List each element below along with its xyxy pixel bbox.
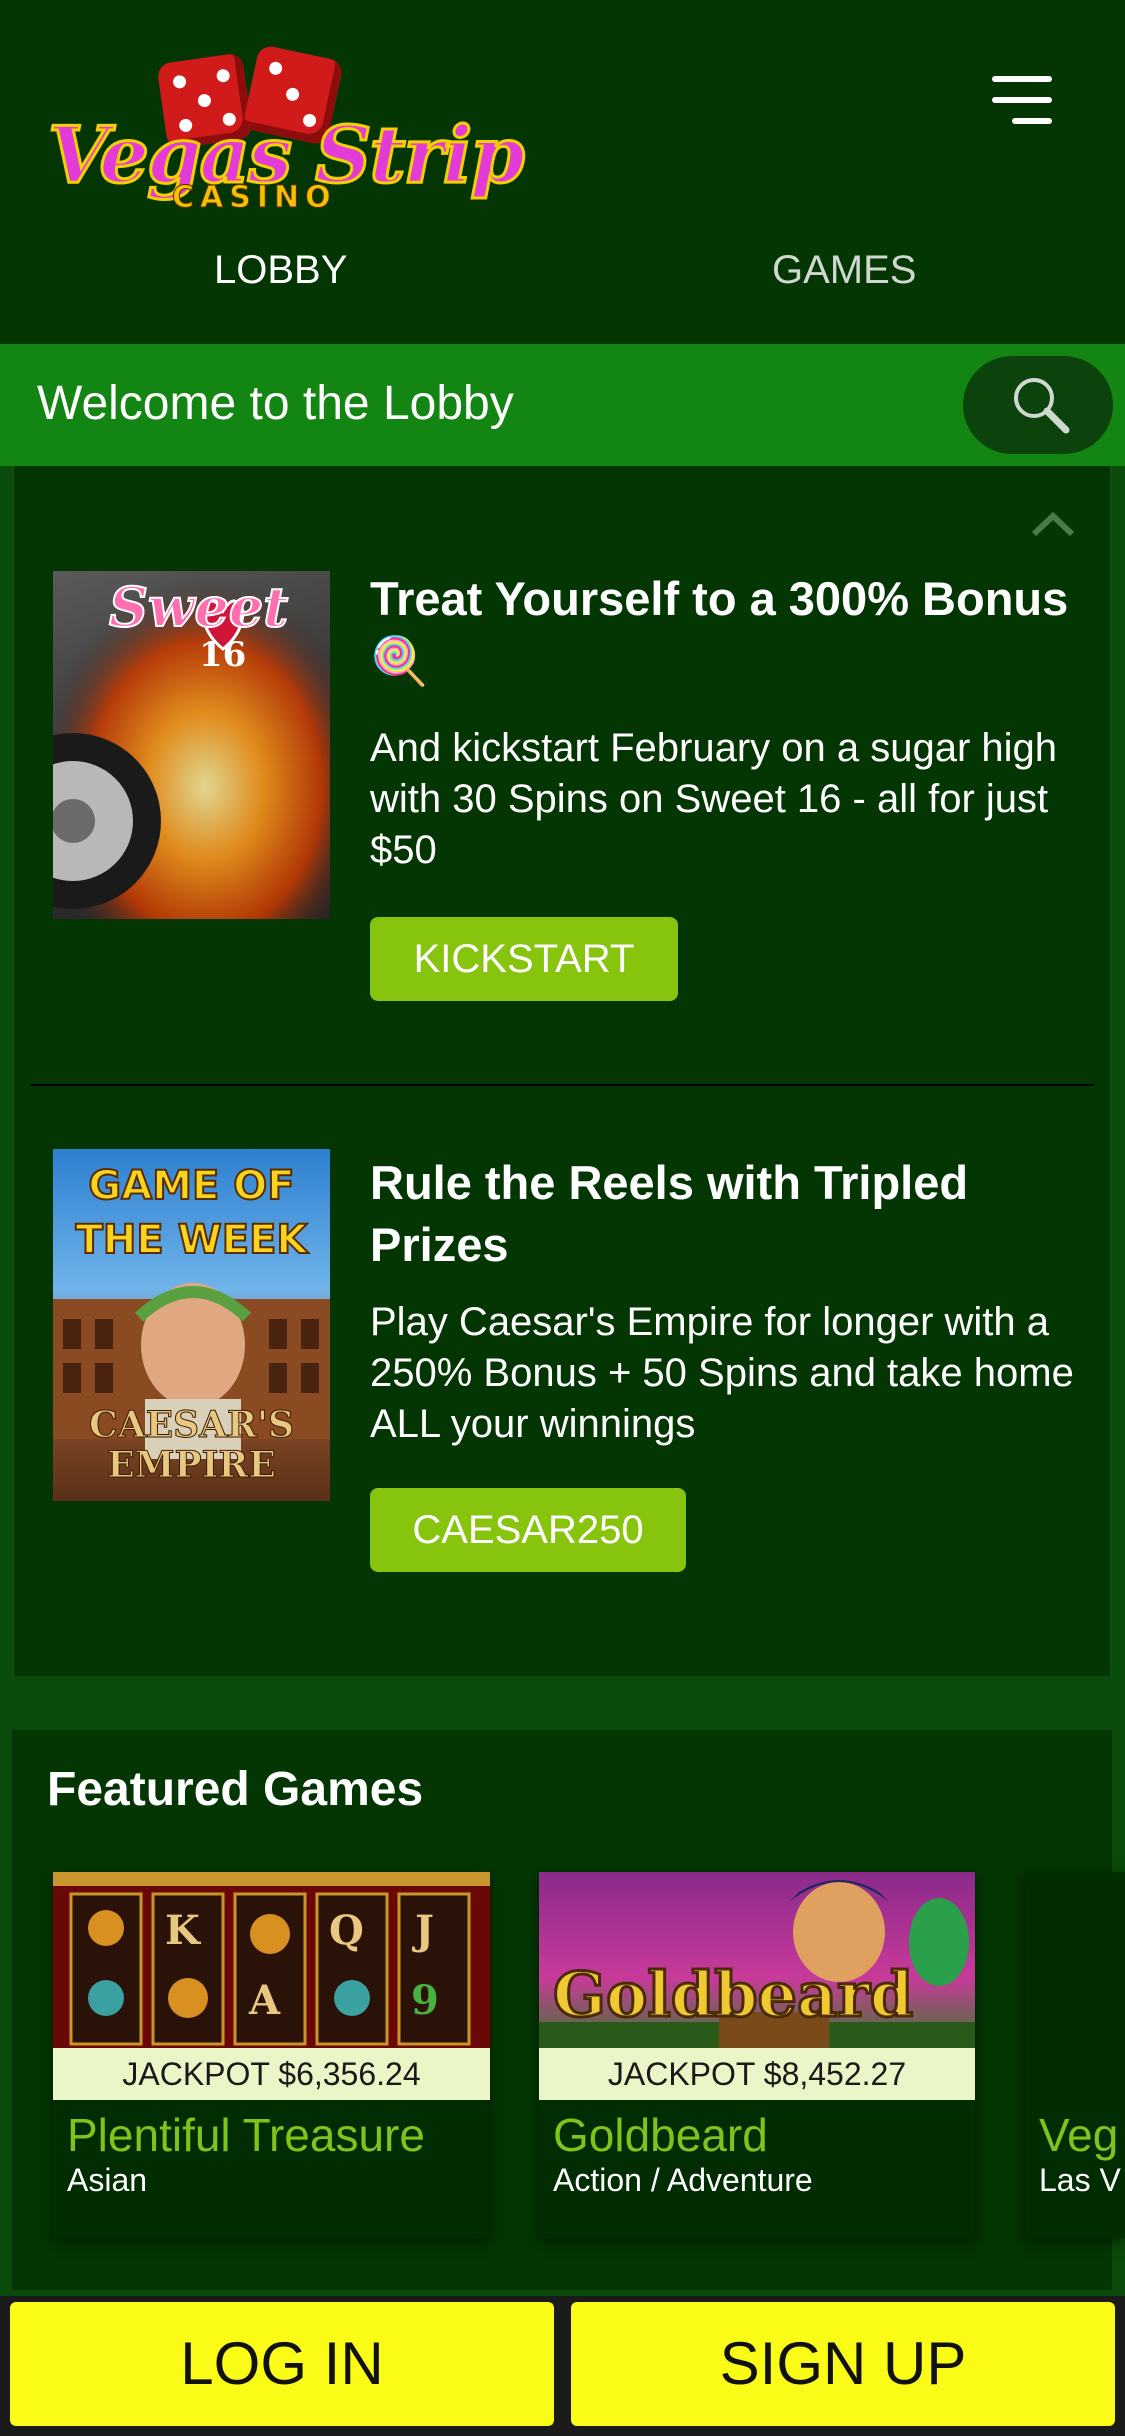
game-name: Plentiful Treasure: [67, 2109, 425, 2161]
caesars-empire-promo-image[interactable]: GAME OF THE WEEK CAESAR'S EMPIRE: [53, 1149, 330, 1501]
promo-title: Rule the Reels with Tripled Prizes: [370, 1156, 969, 1271]
sweet16-promo-image[interactable]: Sweet 16: [53, 571, 330, 919]
game-name: Veg: [1039, 2109, 1119, 2161]
chevron-up-icon[interactable]: [1030, 508, 1076, 538]
nav-lobby[interactable]: LOBBY: [214, 248, 347, 293]
promo-divider: [30, 1084, 1094, 1086]
login-button[interactable]: LOG IN: [10, 2302, 554, 2426]
game-category: Las V: [1039, 2162, 1121, 2198]
slot-reels-artwork: K Q J A 9: [53, 1872, 490, 2048]
nav-games[interactable]: GAMES: [772, 248, 916, 293]
sweet16-image-number: 16: [199, 635, 247, 675]
jackpot-amount: JACKPOT $6,356.24: [53, 2048, 490, 2100]
signup-button[interactable]: SIGN UP: [571, 2302, 1115, 2426]
game-name: Goldbeard: [553, 2109, 768, 2161]
caesar250-button[interactable]: CAESAR250: [370, 1488, 686, 1572]
kickstart-button[interactable]: KICKSTART: [370, 917, 678, 1001]
page-title: Welcome to the Lobby: [37, 377, 514, 430]
svg-text:J: J: [412, 1907, 434, 1954]
lollipop-icon: 🍭: [370, 634, 429, 687]
goldbeard-logo-text: Goldbeard: [551, 1957, 914, 2033]
hamburger-menu-icon[interactable]: [992, 72, 1052, 128]
promo-title: Treat Yourself to a 300% Bonus 🍭: [370, 568, 1070, 692]
featured-games-title: Featured Games: [47, 1763, 424, 1816]
search-icon: [1014, 378, 1070, 434]
promo-title-text: Treat Yourself to a 300% Bonus: [370, 572, 1069, 625]
svg-text:Q: Q: [329, 1907, 364, 1954]
sweet16-image-title: Sweet: [108, 574, 289, 640]
game-card-plentiful-treasure[interactable]: K Q J A 9 JACKPOT $6,356.24 Plentiful Treas…: [53, 1872, 490, 2238]
svg-text:9: 9: [411, 1977, 439, 2024]
promo-description: And kickstart February on a sugar high w…: [370, 726, 1058, 872]
game-card-partial[interactable]: Veg Las V: [1025, 1872, 1125, 2238]
game-of-week-label: GAME OF THE WEEK: [75, 1162, 309, 1264]
vegas-strip-logo[interactable]: Vegas Strip CASINO: [40, 43, 526, 218]
promo-description: Play Caesar's Empire for longer with a 2…: [370, 1300, 1074, 1446]
caesars-empire-logo-text: CAESAR'S EMPIRE: [89, 1404, 295, 1486]
svg-text:K: K: [165, 1907, 201, 1954]
game-card-goldbeard[interactable]: Goldbeard JACKPOT $8,452.27 Goldbeard Ac…: [539, 1872, 975, 2238]
plentiful-treasure-thumbnail: K Q J A 9: [53, 1872, 490, 2048]
jackpot-amount: JACKPOT $8,452.27: [539, 2048, 975, 2100]
game-category: Asian: [67, 2162, 148, 2198]
goldbeard-thumbnail: Goldbeard: [539, 1872, 975, 2048]
svg-text:A: A: [248, 1977, 281, 2024]
logo-subtitle: CASINO: [172, 180, 337, 216]
game-category: Action / Adventure: [553, 2162, 813, 2198]
